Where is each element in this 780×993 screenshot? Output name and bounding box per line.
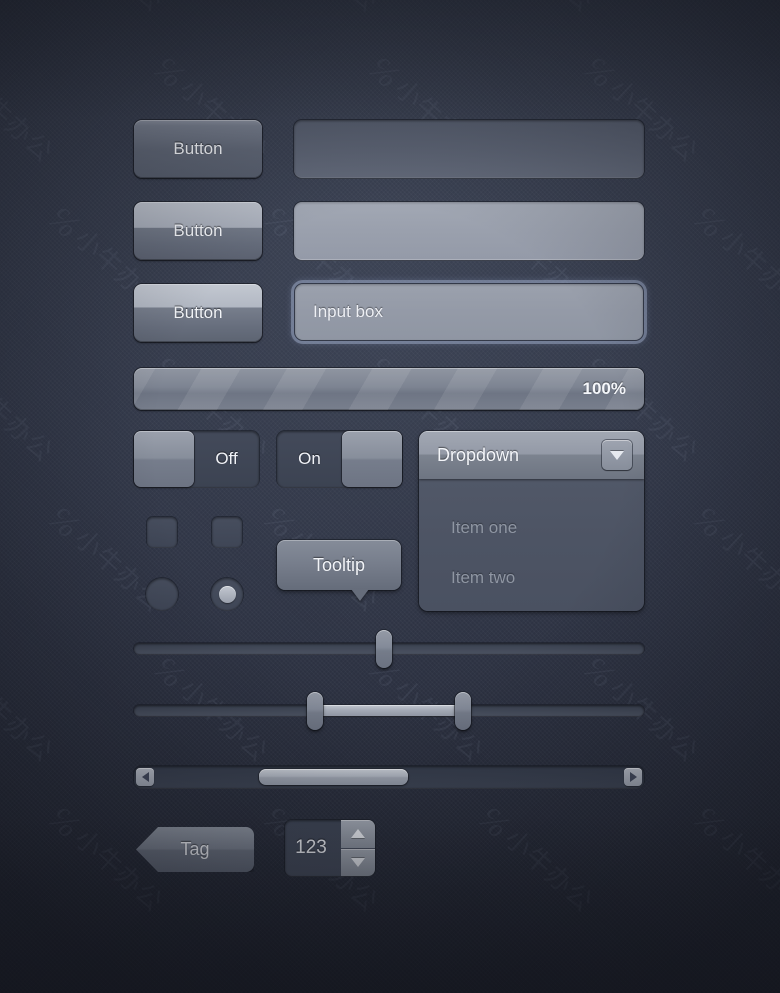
watermark-text: ℅小牛办公	[687, 0, 780, 20]
chevron-down-icon[interactable]	[602, 440, 632, 470]
toggle-label: On	[298, 449, 321, 468]
watermark-text: ℅小牛办公	[257, 0, 385, 20]
button-primary-1[interactable]: Button	[134, 120, 262, 178]
watermark-text: ℅小牛办公	[685, 197, 780, 319]
text-field-1[interactable]	[294, 120, 644, 178]
checkbox-1[interactable]	[147, 517, 177, 547]
tooltip-label: Tooltip	[312, 554, 366, 575]
slider-handle-high[interactable]	[455, 692, 472, 730]
watermark-text: ℅小牛办公	[472, 0, 600, 20]
button-label: Button	[173, 303, 223, 322]
radio-selected-dot	[218, 585, 236, 603]
progress-stripes	[134, 368, 644, 410]
stepper-value[interactable]: 123	[285, 820, 341, 876]
scrollbar-horizontal[interactable]	[134, 766, 644, 788]
triangle-right-icon[interactable]	[624, 768, 642, 786]
tooltip-tail-icon	[351, 589, 370, 601]
stepper-buttons	[341, 820, 375, 876]
dropdown-item-one[interactable]: Item one	[419, 503, 644, 553]
dropdown-selected-value: Dropdown	[437, 444, 520, 465]
watermark-text: ℅小牛办公	[685, 797, 780, 919]
watermark-text: ℅小牛办公	[0, 673, 59, 769]
scrollbar-thumb[interactable]	[259, 769, 408, 785]
watermark-text: ℅小牛办公	[685, 497, 780, 619]
toggle-knob[interactable]	[134, 431, 194, 487]
dropdown-item-label: Item two	[451, 568, 516, 587]
slider-handle[interactable]	[376, 630, 393, 668]
watermark-text: ℅小牛办公	[470, 797, 599, 919]
toggle-switch-off[interactable]: Off	[134, 431, 259, 487]
text-field-2[interactable]	[294, 202, 644, 260]
dropdown[interactable]: Dropdown Item one Item two	[419, 431, 644, 611]
watermark-text: ℅小牛办公	[42, 0, 170, 20]
triangle-down-icon[interactable]	[341, 848, 375, 876]
checkbox-2[interactable]	[212, 517, 242, 547]
dropdown-item-two[interactable]: Item two	[419, 553, 644, 603]
watermark-text: ℅小牛办公	[0, 373, 59, 469]
button-label: Button	[173, 139, 223, 158]
search-input[interactable]: Input box	[295, 284, 643, 340]
tag-chip[interactable]: Tag	[136, 827, 254, 872]
progress-percent-label: 100%	[582, 379, 626, 398]
scrollbar-track[interactable]	[157, 769, 621, 785]
slider-range-fill	[314, 705, 464, 716]
dropdown-header[interactable]: Dropdown	[419, 431, 644, 479]
radio-button-2[interactable]	[211, 578, 243, 610]
ui-kit-canvas: ℅小牛办公 ℅小牛办公 ℅小牛办公 ℅小牛办公 ℅小牛办公 ℅小牛办公 ℅小牛办公 ℅小牛办公…	[0, 0, 780, 993]
progress-bar: 100%	[134, 368, 644, 410]
dropdown-item-label: Item one	[451, 518, 518, 537]
tag-label: Tag	[180, 839, 210, 859]
button-primary-3[interactable]: Button	[134, 284, 262, 342]
toggle-knob[interactable]	[342, 431, 402, 487]
radio-button-1[interactable]	[146, 578, 178, 610]
input-value: Input box	[313, 302, 383, 321]
button-label: Button	[173, 221, 223, 240]
slider-handle-low[interactable]	[306, 692, 323, 730]
toggle-switch-on[interactable]: On	[277, 431, 402, 487]
button-primary-2[interactable]: Button	[134, 202, 262, 260]
triangle-left-icon[interactable]	[136, 768, 154, 786]
watermark-text: ℅小牛办公	[0, 73, 59, 169]
dropdown-menu: Item one Item two	[419, 479, 644, 603]
number-stepper[interactable]: 123	[285, 820, 375, 876]
toggle-label: Off	[215, 449, 238, 468]
tooltip: Tooltip	[277, 540, 401, 601]
triangle-up-icon[interactable]	[341, 820, 375, 849]
